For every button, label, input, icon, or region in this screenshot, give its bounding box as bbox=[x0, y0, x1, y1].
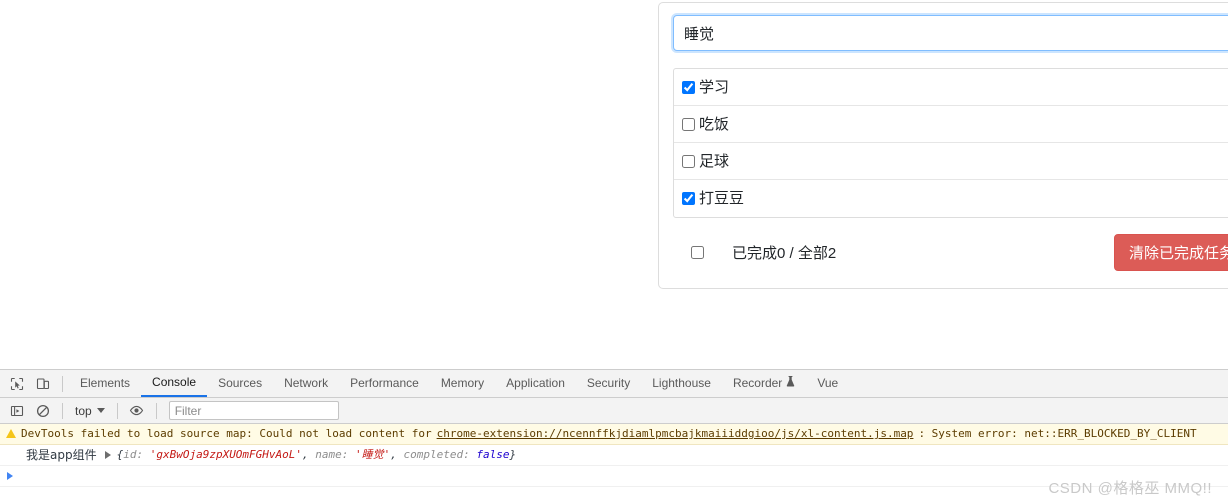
object-key-id: id: bbox=[123, 448, 150, 461]
todo-item[interactable]: 学习 bbox=[674, 69, 1228, 106]
object-comma-1: , bbox=[302, 448, 316, 461]
tab-label: Lighthouse bbox=[652, 376, 711, 390]
tab-label: Recorder bbox=[732, 376, 783, 390]
live-expression-eye-icon[interactable] bbox=[124, 399, 150, 423]
tab-security[interactable]: Security bbox=[576, 370, 641, 397]
watermark: CSDN @格格巫 MMQ!! bbox=[1048, 480, 1212, 497]
tab-label: Security bbox=[586, 376, 631, 390]
tab-label: Vue bbox=[817, 376, 839, 390]
tab-recorder[interactable]: Recorder bbox=[722, 370, 806, 397]
toolbar-divider bbox=[62, 375, 63, 392]
console-log-message: 我是app组件 {id: 'gxBwOja9zpXUOmFGHvAoL', na… bbox=[0, 445, 1228, 466]
log-text: 我是app组件 bbox=[26, 448, 97, 462]
console-filterbar: top bbox=[0, 398, 1228, 424]
object-value-name: '睡觉' bbox=[355, 448, 391, 461]
todo-item[interactable]: 足球 bbox=[674, 143, 1228, 180]
tab-label: Performance bbox=[350, 376, 419, 390]
todo-footer: 已完成0 / 全部2 清除已完成任务 bbox=[673, 230, 1228, 274]
tab-sources[interactable]: Sources bbox=[207, 370, 273, 397]
todo-label: 吃饭 bbox=[699, 115, 730, 133]
clear-completed-button[interactable]: 清除已完成任务 bbox=[1113, 233, 1228, 271]
tab-memory[interactable]: Memory bbox=[430, 370, 495, 397]
tab-label: Console bbox=[152, 375, 197, 389]
todo-label: 足球 bbox=[699, 152, 730, 170]
tab-console[interactable]: Console bbox=[141, 370, 208, 397]
devtools-tabbar: Elements Console Sources Network Perform… bbox=[0, 370, 1228, 398]
todo-checkbox[interactable] bbox=[682, 192, 695, 205]
todo-label: 学习 bbox=[699, 78, 730, 96]
todo-checkbox[interactable] bbox=[682, 80, 695, 94]
todo-item[interactable]: 打豆豆 bbox=[674, 180, 1228, 217]
warning-text-after: : System error: net::ERR_BLOCKED_BY_CLIE… bbox=[918, 427, 1197, 440]
logged-object[interactable]: {id: 'gxBwOja9zpXUOmFGHvAoL', name: '睡觉'… bbox=[117, 446, 517, 464]
inspect-element-icon[interactable] bbox=[4, 372, 30, 396]
filterbar-divider bbox=[62, 402, 63, 419]
todo-checkbox[interactable] bbox=[682, 154, 695, 168]
console-filter-input[interactable] bbox=[168, 401, 339, 420]
warning-triangle-icon bbox=[6, 428, 16, 438]
console-prompt[interactable] bbox=[0, 466, 1228, 487]
tab-lighthouse[interactable]: Lighthouse bbox=[641, 370, 722, 397]
object-key-completed: completed: bbox=[403, 448, 477, 461]
object-value-id: 'gxBwOja9zpXUOmFGHvAoL' bbox=[149, 448, 303, 461]
todo-label: 打豆豆 bbox=[699, 190, 745, 207]
flask-icon bbox=[786, 370, 795, 397]
execution-context-selector[interactable]: top bbox=[69, 404, 111, 418]
context-label: top bbox=[75, 403, 92, 418]
todo-app-card: 学习 吃饭 足球 打豆豆 已完成0 / 全部2 清除已完成任务 bbox=[658, 2, 1228, 289]
object-close-brace: } bbox=[509, 448, 517, 461]
tab-elements[interactable]: Elements bbox=[69, 370, 141, 397]
tab-network[interactable]: Network bbox=[273, 370, 339, 397]
filterbar-divider-3 bbox=[155, 402, 157, 419]
tab-application[interactable]: Application bbox=[495, 370, 576, 397]
tab-performance[interactable]: Performance bbox=[339, 370, 430, 397]
object-comma-2: , bbox=[390, 448, 404, 461]
chevron-down-icon bbox=[96, 408, 105, 413]
console-sidebar-toggle-icon[interactable] bbox=[4, 399, 30, 423]
console-output: DevTools failed to load source map: Coul… bbox=[0, 424, 1228, 503]
warning-text-before: DevTools failed to load source map: Coul… bbox=[21, 427, 432, 440]
clear-console-icon[interactable] bbox=[30, 399, 56, 423]
tab-label: Application bbox=[506, 376, 565, 390]
todo-item[interactable]: 吃饭 bbox=[674, 106, 1228, 143]
select-all-checkbox[interactable] bbox=[691, 245, 704, 259]
expand-object-triangle-icon[interactable] bbox=[104, 451, 111, 459]
new-todo-input[interactable] bbox=[673, 15, 1228, 51]
object-key-name: name: bbox=[315, 448, 356, 461]
device-toolbar-icon[interactable] bbox=[30, 372, 56, 396]
devtools-panel: Elements Console Sources Network Perform… bbox=[0, 369, 1228, 503]
tab-label: Sources bbox=[218, 376, 263, 390]
todo-count-text: 已完成0 / 全部2 bbox=[732, 244, 837, 262]
todo-list: 学习 吃饭 足球 打豆豆 bbox=[673, 68, 1228, 218]
todo-checkbox[interactable] bbox=[682, 117, 695, 131]
tab-label: Elements bbox=[80, 376, 131, 390]
source-map-link[interactable]: chrome-extension://ncennffkjdiamlpmcbajk… bbox=[437, 425, 914, 443]
prompt-caret-icon bbox=[7, 472, 13, 480]
tab-vue[interactable]: Vue bbox=[806, 370, 849, 397]
tab-label: Memory bbox=[440, 376, 485, 390]
filterbar-divider-2 bbox=[116, 402, 118, 419]
page-root: 学习 吃饭 足球 打豆豆 已完成0 / 全部2 清除已完成任务 bbox=[0, 0, 1228, 503]
object-value-completed: false bbox=[476, 448, 510, 461]
tab-label: Network bbox=[284, 376, 329, 390]
console-warning-message: DevTools failed to load source map: Coul… bbox=[0, 424, 1228, 445]
